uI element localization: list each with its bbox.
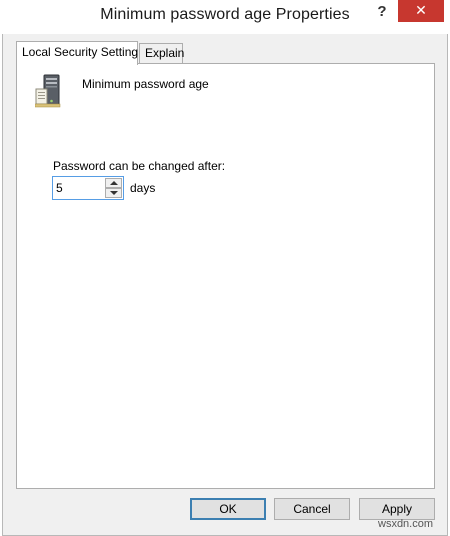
title-bar: Minimum password age Properties ? ✕ xyxy=(0,0,450,34)
close-icon: ✕ xyxy=(415,2,427,18)
days-unit-label: days xyxy=(130,181,156,195)
password-change-label: Password can be changed after: xyxy=(53,159,226,173)
ok-button[interactable]: OK xyxy=(190,498,266,520)
watermark: wsxdn.com xyxy=(378,518,434,530)
apply-button[interactable]: Apply xyxy=(359,498,435,520)
stepper-up-button[interactable] xyxy=(105,178,122,188)
stepper-down-button[interactable] xyxy=(105,188,122,198)
days-stepper xyxy=(52,176,124,200)
tab-explain[interactable]: Explain xyxy=(139,43,184,63)
tab-local-security-setting[interactable]: Local Security Setting xyxy=(16,41,138,65)
days-input[interactable] xyxy=(56,179,102,197)
policy-name: Minimum password age xyxy=(82,77,209,91)
dialog-body: Local Security Setting Explain Minimum p… xyxy=(2,34,448,536)
server-computer-icon xyxy=(35,74,61,108)
cancel-button[interactable]: Cancel xyxy=(274,498,350,520)
close-button[interactable]: ✕ xyxy=(398,0,444,22)
tab-panel: Minimum password age Password can be cha… xyxy=(16,63,435,489)
help-button[interactable]: ? xyxy=(368,0,396,28)
